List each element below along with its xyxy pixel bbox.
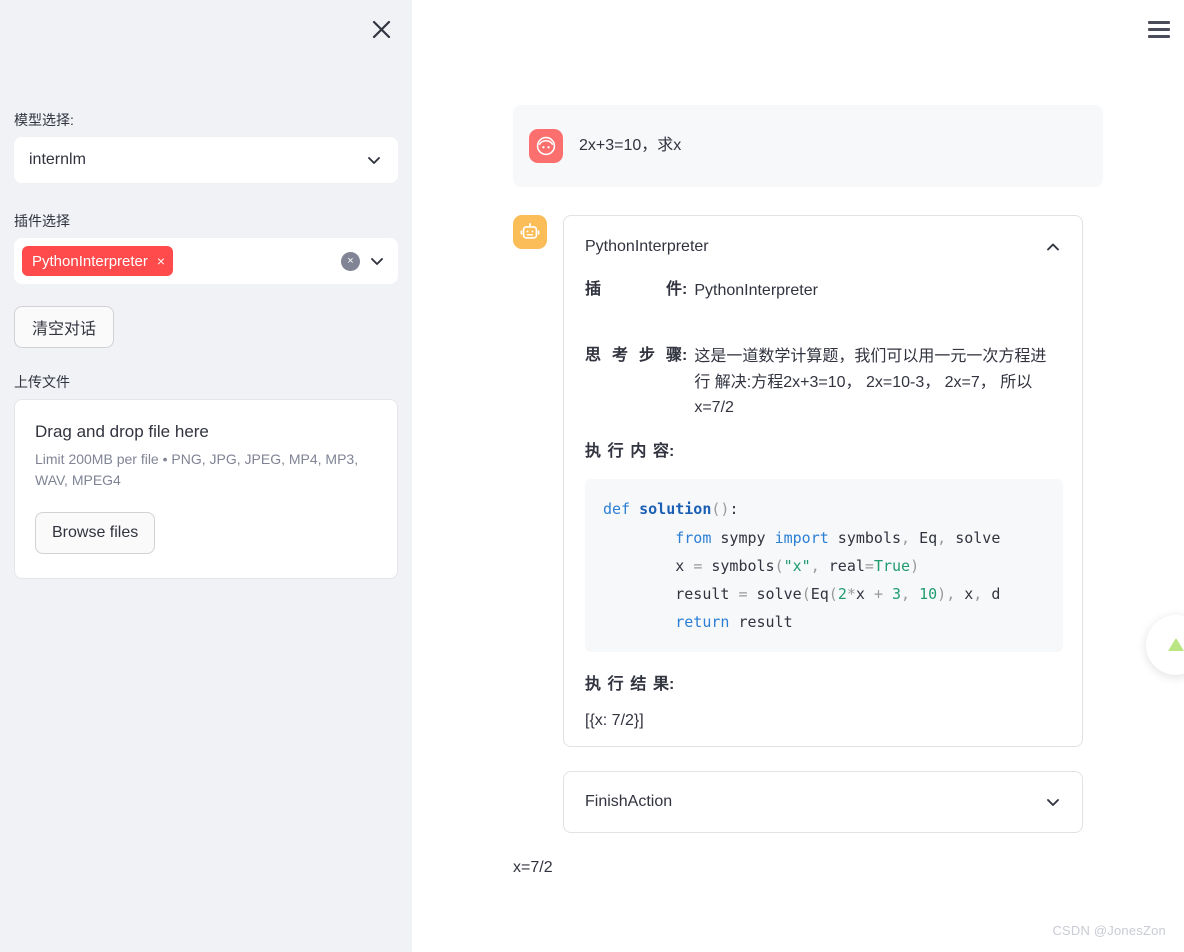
exec-content-label: 执行内容: [585, 443, 675, 461]
assistant-message: PythonInterpreter 插件 : PythonInterpreter… [513, 215, 1184, 877]
code-block: def solution(): from sympy import symbol… [585, 479, 1063, 653]
plugin-select-group: 插件选择 PythonInterpreter × × [14, 211, 398, 284]
thought-row-colon: : [682, 346, 688, 364]
plugin-chip-label: PythonInterpreter [32, 252, 148, 270]
user-message-text: 2x+3=10，求x [579, 137, 682, 154]
app-root: 模型选择: internlm 插件选择 PythonInterpreter × … [0, 0, 1184, 952]
plugin-row-colon: : [682, 281, 688, 298]
assistant-body: PythonInterpreter 插件 : PythonInterpreter… [513, 215, 1184, 877]
dropzone-limit-text: Limit 200MB per file • PNG, JPG, JPEG, M… [35, 451, 359, 488]
action-card-body: 插件 : PythonInterpreter 思考步骤 : 这是一道数学计算题，… [564, 278, 1082, 746]
code-block-content: def solution(): from sympy import symbol… [603, 500, 1001, 632]
clear-all-icon[interactable]: × [341, 251, 360, 271]
bot-avatar-icon [513, 215, 547, 249]
hamburger-menu-icon[interactable] [1142, 12, 1176, 46]
model-select-group: 模型选择: internlm [14, 110, 398, 183]
dropzone-title: Drag and drop file here [35, 422, 209, 441]
chevron-down-icon[interactable] [366, 250, 388, 272]
action-card: PythonInterpreter 插件 : PythonInterpreter… [563, 215, 1083, 748]
plugin-row-value: PythonInterpreter [694, 282, 818, 299]
hamburger-bar [1148, 27, 1170, 31]
action-card-title: PythonInterpreter [585, 238, 709, 255]
chip-remove-icon[interactable]: × [157, 254, 165, 268]
user-message: 2x+3=10，求x [513, 105, 1103, 187]
watermark: CSDN @JonesZon [1052, 923, 1166, 938]
finish-action-card[interactable]: FinishAction [563, 771, 1083, 834]
thought-row: 思考步骤 : 这是一道数学计算题，我们可以用一元一次方程进行 解决:方程2x+3… [585, 344, 1061, 422]
chat-thread: 2x+3=10，求x PythonInterpreter 插件: Python… [412, 0, 1184, 877]
model-select-value: internlm [29, 151, 86, 168]
plugin-row-key: 插件 [585, 281, 682, 298]
chevron-down-icon[interactable] [1042, 791, 1064, 813]
browse-files-button[interactable]: Browse files [35, 512, 156, 555]
sidebar: 模型选择: internlm 插件选择 PythonInterpreter × … [0, 0, 412, 952]
file-dropzone[interactable]: Drag and drop file here Limit 200MB per … [14, 399, 398, 580]
main-panel: 2x+3=10，求x PythonInterpreter 插件: Python… [412, 0, 1184, 952]
chevron-down-icon [363, 149, 385, 171]
upload-file-label: 上传文件 [14, 374, 70, 390]
action-card-header[interactable]: PythonInterpreter [564, 216, 1082, 278]
plugin-multiselect[interactable]: PythonInterpreter × × [14, 238, 398, 284]
exec-result-label: 执行结果: [585, 676, 675, 694]
exec-result-value: [{x: 7/2}] [585, 712, 644, 730]
thought-row-value: 这是一道数学计算题，我们可以用一元一次方程进行 解决:方程2x+3=10， 2x… [694, 347, 1047, 417]
hamburger-bar [1148, 34, 1170, 38]
thought-row-key: 思考步骤 [585, 346, 682, 364]
plugin-chip: PythonInterpreter × [22, 246, 174, 276]
chevron-up-icon[interactable] [1042, 236, 1064, 258]
final-answer-text: x=7/2 [513, 859, 553, 877]
finish-action-title: FinishAction [585, 793, 673, 811]
plugin-row: 插件 : PythonInterpreter [585, 278, 1061, 328]
plugin-select-label: 插件选择 [14, 213, 70, 229]
model-select-label: 模型选择: [14, 112, 74, 128]
clear-chat-button[interactable]: 清空对话 [14, 306, 115, 348]
hamburger-bar [1148, 20, 1170, 24]
model-select[interactable]: internlm [14, 137, 398, 183]
user-avatar-icon [529, 129, 563, 163]
close-icon[interactable] [364, 12, 398, 46]
